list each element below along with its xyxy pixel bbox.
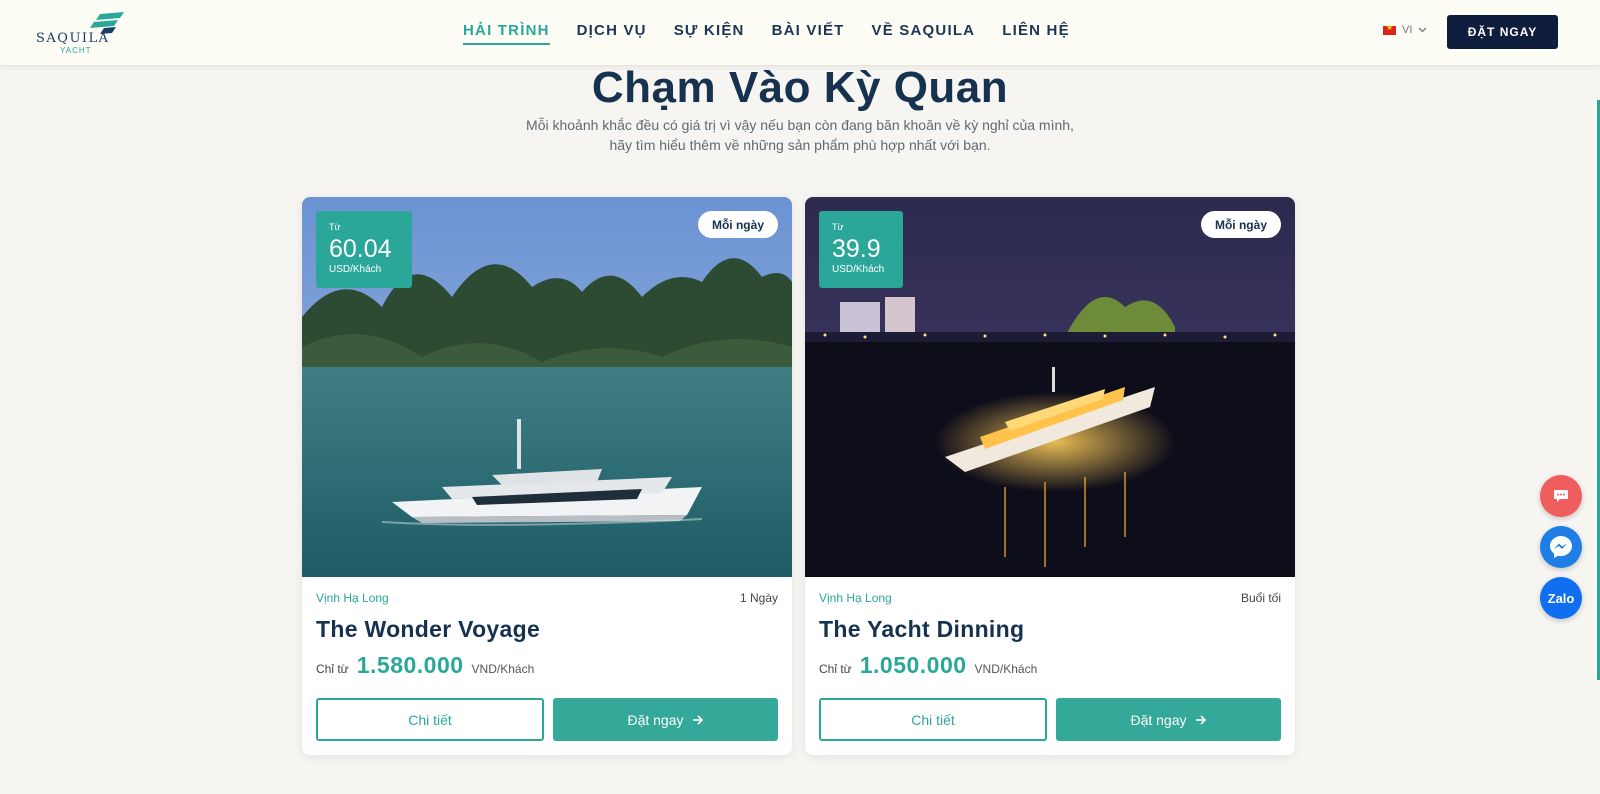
price-value: 1.050.000 [859, 652, 967, 678]
language-label: VI [1402, 24, 1413, 36]
saquila-logo[interactable]: SAQUILA YACHT [36, 12, 126, 56]
language-selector[interactable]: VI [1383, 23, 1427, 36]
tour-location: Vịnh Hạ Long [819, 591, 892, 605]
price-prefix: Chỉ từ [819, 662, 852, 676]
price-badge: Từ 39.9 USD/Khách [819, 211, 903, 288]
chat-button[interactable] [1540, 475, 1582, 517]
messenger-button[interactable] [1540, 526, 1582, 568]
badge-from-label: Từ [329, 222, 341, 232]
tour-price: Chỉ từ 1.580.000 VND/Khách [316, 652, 534, 679]
tour-duration: 1 Ngày [739, 591, 778, 605]
arrow-right-icon [692, 714, 703, 725]
price-badge: Từ 60.04 USD/Khách [316, 211, 412, 288]
tour-name[interactable]: The Wonder Voyage [316, 616, 540, 643]
nav-item-hai-trinh[interactable]: HẢI TRÌNH [463, 22, 550, 45]
badge-amount: 39.9 [832, 235, 881, 263]
tour-duration: Buổi tối [1240, 591, 1281, 605]
tour-location: Vịnh Hạ Long [316, 591, 389, 605]
tour-photo[interactable]: Từ 39.9 USD/Khách Mỗi ngày [805, 197, 1295, 577]
badge-from-label: Từ [832, 222, 844, 232]
chevron-down-icon [1418, 27, 1427, 33]
badge-unit: USD/Khách [329, 264, 382, 275]
messenger-icon [1550, 536, 1572, 558]
schedule-badge: Mỗi ngày [697, 211, 778, 238]
book-tour-button[interactable]: Đặt ngay [1056, 698, 1281, 741]
nav-item-dich-vu[interactable]: DỊCH VỤ [577, 22, 647, 45]
logo-wordmark: SAQUILA [36, 31, 110, 46]
tour-meta: Vịnh Hạ Long 1 Ngày [316, 591, 778, 605]
detail-button[interactable]: Chi tiết [819, 698, 1047, 741]
nav-item-ve-saquila[interactable]: VỀ SAQUILA [872, 22, 976, 45]
badge-amount: 60.04 [329, 235, 392, 263]
schedule-badge: Mỗi ngày [1200, 211, 1281, 238]
logo-subtext: YACHT [60, 46, 92, 55]
main-nav: HẢI TRÌNH DỊCH VỤ SỰ KIỆN BÀI VIẾT VỀ SA… [463, 22, 1070, 45]
tour-name[interactable]: The Yacht Dinning [819, 616, 1024, 643]
vietnam-flag-icon [1383, 23, 1396, 35]
tour-meta: Vịnh Hạ Long Buổi tối [819, 591, 1281, 605]
tour-card: Từ 60.04 USD/Khách Mỗi ngày Vịnh Hạ Long… [302, 197, 792, 755]
badge-unit: USD/Khách [832, 264, 885, 275]
site-header: SAQUILA YACHT HẢI TRÌNH DỊCH VỤ SỰ KIỆN … [0, 0, 1600, 66]
price-prefix: Chỉ từ [316, 662, 349, 676]
price-unit: VND/Khách [471, 662, 535, 676]
nav-item-bai-viet[interactable]: BÀI VIẾT [772, 22, 845, 45]
detail-button[interactable]: Chi tiết [316, 698, 544, 741]
price-value: 1.580.000 [356, 652, 464, 678]
tour-photo[interactable]: Từ 60.04 USD/Khách Mỗi ngày [302, 197, 792, 577]
section-title: Chạm Vào Kỳ Quan [591, 63, 1009, 112]
nav-item-su-kien[interactable]: SỰ KIỆN [674, 22, 745, 45]
book-tour-button[interactable]: Đặt ngay [553, 698, 778, 741]
tour-price: Chỉ từ 1.050.000 VND/Khách [819, 652, 1037, 679]
tour-card: Từ 39.9 USD/Khách Mỗi ngày Vịnh Hạ Long … [805, 197, 1295, 755]
price-unit: VND/Khách [974, 662, 1038, 676]
book-now-button[interactable]: ĐẶT NGAY [1447, 15, 1558, 49]
book-tour-label: Đặt ngay [1130, 711, 1187, 728]
nav-item-lien-he[interactable]: LIÊN HỆ [1002, 22, 1070, 45]
zalo-button[interactable]: Zalo [1540, 577, 1582, 619]
section-subtitle: Mỗi khoảnh khắc đều có giá trị vì vậy nế… [526, 117, 1074, 153]
chat-bubble-icon [1554, 490, 1568, 502]
book-tour-label: Đặt ngay [627, 711, 684, 728]
zalo-label: Zalo [1547, 590, 1575, 606]
arrow-right-icon [1195, 714, 1206, 725]
